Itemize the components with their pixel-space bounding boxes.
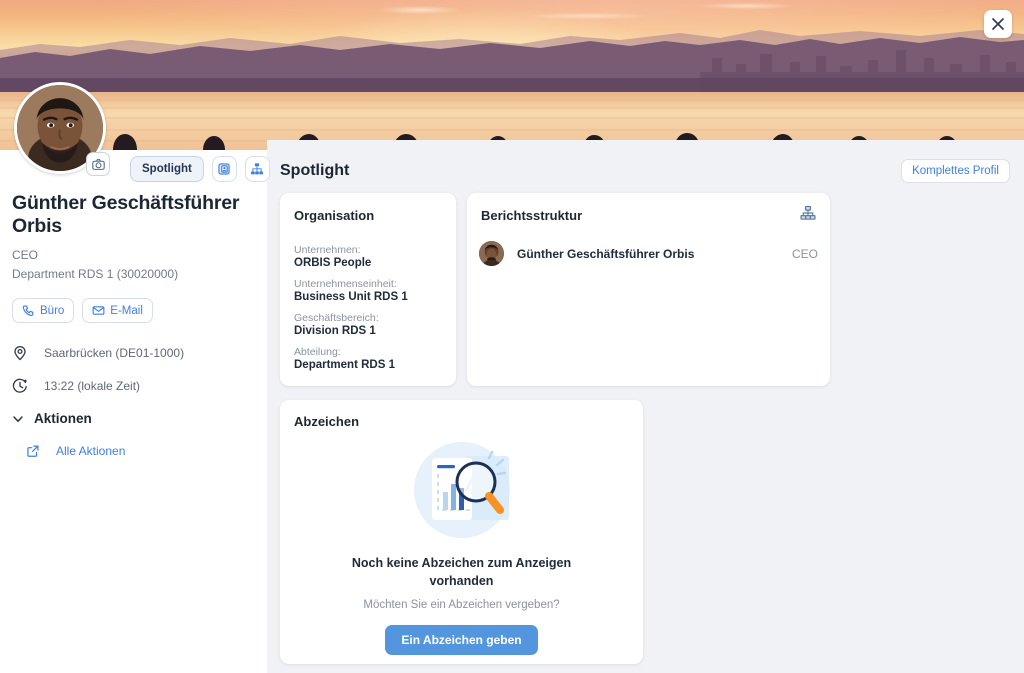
local-time-row: 13:22 (lokale Zeit) [12,378,262,394]
reporting-card-title: Berichtsstruktur [481,208,583,223]
org-chart-icon[interactable] [800,205,816,226]
location-pin-icon [12,345,44,361]
full-profile-button[interactable]: Komplettes Profil [901,159,1010,183]
envelope-icon [92,306,105,315]
organisation-label: Geschäftsbereich: [294,312,379,324]
badges-card-title: Abzeichen [294,414,360,429]
organisation-value: ORBIS People [294,257,372,269]
local-time-text: 13:22 (lokale Zeit) [44,379,141,393]
external-link-icon [12,444,56,458]
person-meta: Saarbrücken (DE01-1000) 13:22 (lokale Ze… [12,345,262,394]
person-role: CEO [12,248,39,262]
organisation-value: Department RDS 1 [294,359,395,371]
reporting-structure-card: Berichtsstruktur Günther Geschäftsführer… [467,193,830,386]
main-header: Spotlight Komplettes Profil [280,156,1010,186]
chevron-down-icon [12,413,24,425]
reporting-person-title: CEO [791,246,818,261]
banner-silhouettes [0,30,1024,150]
organisation-card: Organisation Unternehmen: ORBIS People U… [280,193,456,386]
give-badge-button[interactable]: Ein Abzeichen geben [385,625,538,655]
reporting-person-name: Günther Geschäftsführer Orbis [517,246,695,261]
badges-empty-subtext: Möchten Sie ein Abzeichen vergeben? [363,599,560,611]
change-photo-button[interactable] [86,152,110,176]
tab-profile-card[interactable] [211,156,237,182]
badges-empty-state: Noch keine Abzeichen zum Anzeigen vorhan… [280,438,643,655]
person-department: Department RDS 1 (30020000) [12,267,179,281]
profile-banner-image [0,0,1024,150]
all-actions-label[interactable]: Alle Aktionen [56,444,125,458]
badges-card: Abzeichen Noch keine Abzeichen zum Anzei… [280,400,643,664]
camera-icon [91,158,105,170]
organisation-list: Unternehmen: ORBIS People Unternehmensei… [294,244,444,380]
tab-org-chart[interactable] [244,156,270,182]
avatar [479,241,504,266]
badges-empty-heading: Noch keine Abzeichen zum Anzeigen vorhan… [351,556,572,588]
organisation-label: Unternehmen: [294,244,361,256]
close-icon [992,18,1004,30]
user-avatar [479,241,504,266]
location-text: Saarbrücken (DE01-1000) [44,346,185,360]
organisation-label: Abteilung: [294,346,341,358]
sidebar-body: Günther Geschäftsführer Orbis CEO Depart… [12,192,262,458]
profile-tabs: Spotlight [130,156,270,182]
email-button[interactable]: E-Mail [82,298,153,323]
email-label: E-Mail [110,304,143,317]
avatar-container [14,82,110,176]
main-content: Spotlight Komplettes Profil Organisation… [267,140,1024,673]
id-card-icon [218,163,230,175]
office-phone-button[interactable]: Büro [12,298,75,323]
org-chart-icon [251,163,264,175]
location-row: Saarbrücken (DE01-1000) [12,345,262,361]
action-all-actions-row[interactable]: Alle Aktionen [12,444,262,458]
office-phone-label: Büro [40,304,65,317]
organisation-value: Business Unit RDS 1 [294,291,408,303]
reporting-row[interactable]: Günther Geschäftsführer Orbis CEO [479,241,818,266]
contact-buttons: Büro E-Mail [12,298,262,323]
tab-spotlight[interactable]: Spotlight [130,156,204,182]
profile-sidebar: Spotlight Günther Geschäftsführer Orbis … [0,82,270,673]
person-name: Günther Geschäftsführer Orbis [12,192,240,237]
actions-section-header[interactable]: Aktionen [12,411,262,426]
close-button[interactable] [984,10,1012,38]
clock-icon [12,378,44,394]
page-title: Spotlight [280,162,350,179]
magnifier-chart-illustration [410,438,514,542]
phone-icon [22,305,34,317]
organisation-card-title: Organisation [294,208,375,223]
actions-section-title: Aktionen [34,411,92,426]
organisation-label: Unternehmenseinheit: [294,278,397,290]
spotlight-profile-dialog: Spotlight Komplettes Profil Organisation… [0,0,1024,673]
organisation-value: Division RDS 1 [294,325,376,337]
